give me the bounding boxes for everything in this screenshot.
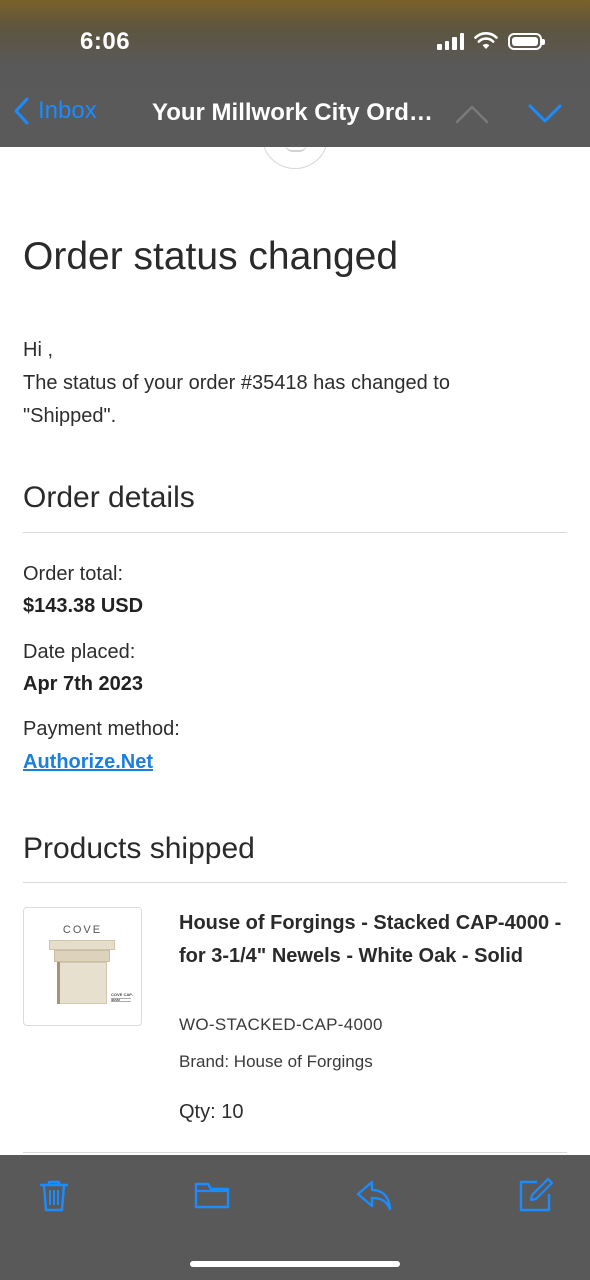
email-body: Order status changed Hi , The status of … [0, 147, 590, 1155]
top-bar: 6:06 Inbox Your Millwork City Order #354… [0, 0, 590, 147]
sender-logo [262, 147, 328, 169]
product-qty: Qty: 10 [179, 1101, 244, 1123]
divider [23, 532, 567, 533]
back-to-inbox-button[interactable]: Inbox [12, 95, 97, 127]
home-indicator[interactable] [190, 1261, 400, 1267]
status-time: 6:06 [80, 28, 131, 55]
product-image[interactable]: COVE COVE CAP-4000 [23, 907, 142, 1026]
reply-icon[interactable] [356, 1177, 392, 1213]
status-icons [437, 32, 545, 50]
greeting-block: Hi , The status of your order #35418 has… [23, 334, 543, 433]
product-sku: WO-STACKED-CAP-4000 [179, 1015, 383, 1034]
product-brand: Brand: House of Forgings [179, 1052, 373, 1071]
divider [23, 882, 567, 883]
previous-message-chevron-up-icon[interactable] [455, 102, 489, 126]
wifi-icon [474, 32, 498, 49]
payment-method-link[interactable]: Authorize.Net [23, 751, 153, 774]
folder-icon[interactable] [194, 1177, 230, 1213]
status-message: The status of your order #35418 has chan… [23, 372, 450, 427]
order-total-value: $143.38 USD [23, 595, 144, 617]
chevron-left-icon [14, 97, 29, 125]
date-placed-value: Apr 7th 2023 [23, 673, 144, 695]
compose-icon[interactable] [517, 1177, 553, 1213]
back-label: Inbox [38, 97, 97, 124]
products-shipped-heading: Products shipped [23, 832, 255, 865]
email-subject-title: Your Millwork City Order #35418 [152, 99, 442, 126]
order-total-label: Order total: [23, 563, 124, 585]
payment-method-label: Payment method: [23, 718, 180, 740]
next-message-chevron-down-icon[interactable] [528, 102, 562, 126]
email-heading: Order status changed [23, 235, 399, 278]
product-name: House of Forgings - Stacked CAP-4000 - f… [179, 912, 562, 967]
product-image-brand: COVE [62, 924, 103, 936]
battery-icon [508, 32, 545, 50]
cellular-signal-icon [437, 32, 464, 50]
order-details-heading: Order details [23, 481, 195, 514]
greeting-text: Hi , [23, 339, 53, 361]
date-placed-label: Date placed: [23, 641, 136, 663]
trash-icon[interactable] [36, 1177, 72, 1213]
divider [23, 1152, 567, 1153]
